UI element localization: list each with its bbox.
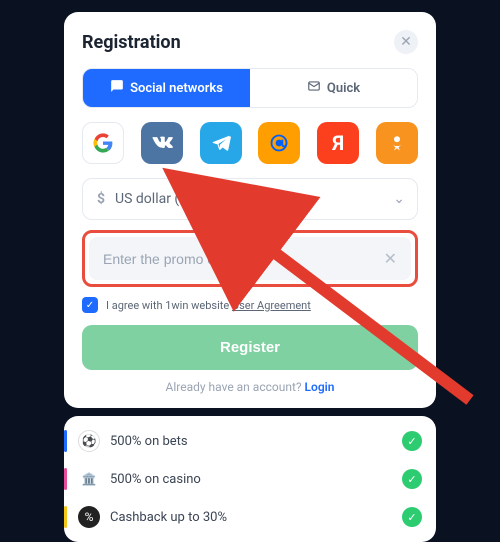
login-line: Already have an account? Login [82, 380, 418, 394]
registration-tabs: Social networks Quick [82, 68, 418, 108]
clear-icon[interactable]: ✕ [384, 249, 397, 268]
bonus-label: 500% on bets [110, 434, 188, 449]
vk-icon [151, 132, 173, 154]
soccer-icon: ⚽ [78, 430, 100, 452]
register-button[interactable]: Register [82, 325, 418, 370]
tab-label: Quick [327, 81, 360, 96]
tab-label: Social networks [130, 81, 223, 96]
bonus-label: 500% on casino [110, 472, 201, 487]
agreement-checkbox[interactable]: ✓ [82, 297, 98, 313]
bonus-item[interactable]: ⚽ 500% on bets ✓ [78, 422, 422, 460]
mail-icon [307, 79, 321, 97]
bonuses-panel: ⚽ 500% on bets ✓ 🏛️ 500% on casino ✓ % C… [64, 416, 436, 542]
cashback-icon: % [78, 506, 100, 528]
currency-select[interactable]: $ US dollar (USD) ⌄ [82, 178, 418, 220]
agreement-row: ✓ I agree with 1win website User Agreeme… [82, 297, 418, 313]
check-badge-icon: ✓ [402, 431, 422, 451]
dollar-icon: $ [97, 191, 105, 207]
login-link[interactable]: Login [305, 380, 335, 394]
ok-icon [388, 134, 406, 152]
promo-code-input[interactable] [103, 251, 384, 267]
accent-stripe [64, 430, 67, 452]
chat-icon [110, 79, 124, 97]
tab-social-networks[interactable]: Social networks [83, 69, 250, 107]
yandex-icon: Я [332, 131, 344, 155]
bonus-item[interactable]: 🏛️ 500% on casino ✓ [78, 460, 422, 498]
social-login-row: Я [82, 122, 418, 164]
currency-label: US dollar (USD) [115, 191, 211, 207]
bonus-item[interactable]: % Cashback up to 30% ✓ [78, 498, 422, 536]
registration-modal: Registration ✕ Social networks Quick [64, 12, 436, 408]
accent-stripe [64, 468, 67, 490]
ok-login-button[interactable] [376, 122, 418, 164]
page-title: Registration [82, 32, 181, 53]
user-agreement-link[interactable]: User Agreement [232, 299, 311, 312]
agreement-text: I agree with 1win website User Agreement [106, 299, 311, 312]
mailru-login-button[interactable] [258, 122, 300, 164]
telegram-icon [211, 133, 231, 153]
check-badge-icon: ✓ [402, 507, 422, 527]
close-icon: ✕ [400, 34, 412, 50]
close-button[interactable]: ✕ [394, 30, 418, 54]
tab-quick[interactable]: Quick [250, 69, 417, 107]
accent-stripe [64, 506, 67, 528]
promo-highlight-box: ✕ [82, 230, 418, 287]
modal-header: Registration ✕ [82, 30, 418, 54]
chevron-down-icon: ⌄ [393, 191, 405, 207]
vk-login-button[interactable] [141, 122, 183, 164]
mailru-icon [269, 133, 289, 153]
google-icon [93, 133, 113, 153]
google-login-button[interactable] [82, 122, 124, 164]
check-badge-icon: ✓ [402, 469, 422, 489]
promo-code-field: ✕ [89, 237, 411, 280]
bonus-label: Cashback up to 30% [110, 510, 227, 525]
telegram-login-button[interactable] [200, 122, 242, 164]
casino-icon: 🏛️ [78, 468, 100, 490]
check-icon: ✓ [86, 300, 94, 311]
yandex-login-button[interactable]: Я [317, 122, 359, 164]
